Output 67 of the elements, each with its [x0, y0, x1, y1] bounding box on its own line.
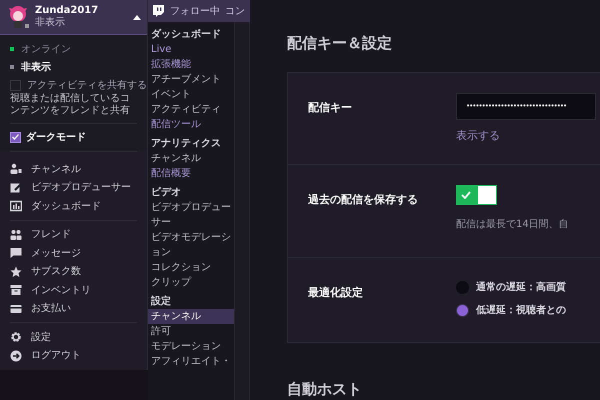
section-heading: アナリティクス — [150, 137, 222, 151]
sidebar-item[interactable]: アフィリエイト・ — [148, 354, 234, 369]
dashboard-icon — [10, 200, 22, 212]
caret-up-icon[interactable] — [133, 14, 141, 20]
sidebar-item[interactable]: モデレーション — [148, 339, 234, 354]
sidebar-item[interactable]: Live — [148, 42, 234, 57]
settings-icon — [10, 331, 22, 344]
menu-item[interactable]: ログアウト — [10, 346, 137, 365]
radio-label: 通常の遅延：高画質 — [476, 280, 566, 295]
checkbox-label: ダークモード — [26, 130, 86, 144]
card-icon — [10, 302, 22, 315]
section-heading: 設定 — [150, 295, 172, 309]
menu-item[interactable]: ビデオプロデューサー — [10, 178, 137, 197]
section-heading: ダッシュボード — [150, 28, 222, 42]
checkbox[interactable] — [10, 80, 21, 90]
menu-item[interactable]: ダッシュボード — [10, 197, 137, 216]
menu-item[interactable]: インベントリ — [10, 281, 137, 300]
setting-label: 過去の配信を保存する — [308, 193, 418, 206]
pencil-icon — [10, 182, 22, 194]
show-link[interactable]: 表示する — [456, 128, 596, 144]
account-header[interactable]: Zunda2017 非表示 — [0, 0, 147, 35]
radio-label: 低遅延：視聴者との — [476, 304, 566, 318]
toggle-switch[interactable] — [456, 185, 497, 205]
sidebar-item[interactable]: 配信ツール — [148, 117, 234, 132]
username: Zunda2017 — [35, 5, 100, 16]
users-icon — [10, 228, 22, 241]
radio-button[interactable] — [456, 304, 469, 317]
check-icon — [461, 191, 471, 199]
setting-label: 最適化設定 — [308, 286, 363, 299]
menu-item[interactable]: 設定 — [10, 328, 137, 346]
sidebar-item[interactable]: ビデオモデレーション — [148, 230, 234, 260]
sidebar-item[interactable]: アクティビティ — [148, 102, 234, 117]
share-description: 視聴または配信しているコンテンツをフレンドと共有 — [10, 93, 131, 117]
box-icon — [10, 284, 22, 296]
sidebar-item[interactable]: コレクション — [148, 260, 234, 275]
sidebar-item[interactable]: ビデオプロデューサー — [148, 200, 234, 230]
hint-text: 配信は最長で14日間、自 — [456, 218, 569, 232]
checkbox[interactable] — [10, 132, 21, 142]
sidebar-item[interactable]: 配信概要 — [148, 166, 234, 181]
sidebar-item[interactable]: チャンネル — [148, 309, 234, 324]
section-heading: ビデオ — [150, 186, 182, 200]
sidebar-item[interactable]: クリップ — [148, 275, 234, 290]
user-icon — [10, 163, 22, 176]
avatar — [6, 4, 30, 30]
menu-item[interactable]: フレンド — [10, 226, 137, 244]
sidebar-item[interactable]: チャンネル — [148, 151, 234, 166]
status-option[interactable]: 非表示 — [21, 60, 51, 74]
status-option[interactable]: オンライン — [21, 42, 71, 56]
sidebar-item[interactable]: アチーブメント — [148, 72, 234, 87]
checkbox-label: アクティビティを共有する — [27, 78, 147, 92]
setting-label: 配信キー — [308, 101, 352, 114]
menu-item[interactable]: サブスク数 — [10, 262, 137, 281]
chat-bubble-icon — [10, 247, 22, 260]
sidebar-item[interactable]: 拡張機能 — [148, 57, 234, 72]
nav-link[interactable]: コン — [225, 4, 245, 18]
menu-item[interactable]: メッセージ — [10, 244, 137, 262]
sidebar-item[interactable]: 許可 — [148, 324, 234, 339]
page-title: 配信キー＆設定 — [287, 33, 393, 53]
menu-item[interactable]: お支払い — [10, 300, 137, 318]
section-title: 自動ホスト — [287, 379, 363, 399]
star-icon — [10, 266, 22, 278]
menu-item[interactable]: チャンネル — [10, 160, 137, 178]
user-status: 非表示 — [35, 17, 66, 29]
nav-link[interactable]: フォロー中 — [170, 4, 220, 18]
chat-logo-icon[interactable] — [151, 4, 165, 18]
sidebar-item[interactable]: イベント — [148, 87, 234, 102]
logout-icon — [10, 350, 22, 362]
